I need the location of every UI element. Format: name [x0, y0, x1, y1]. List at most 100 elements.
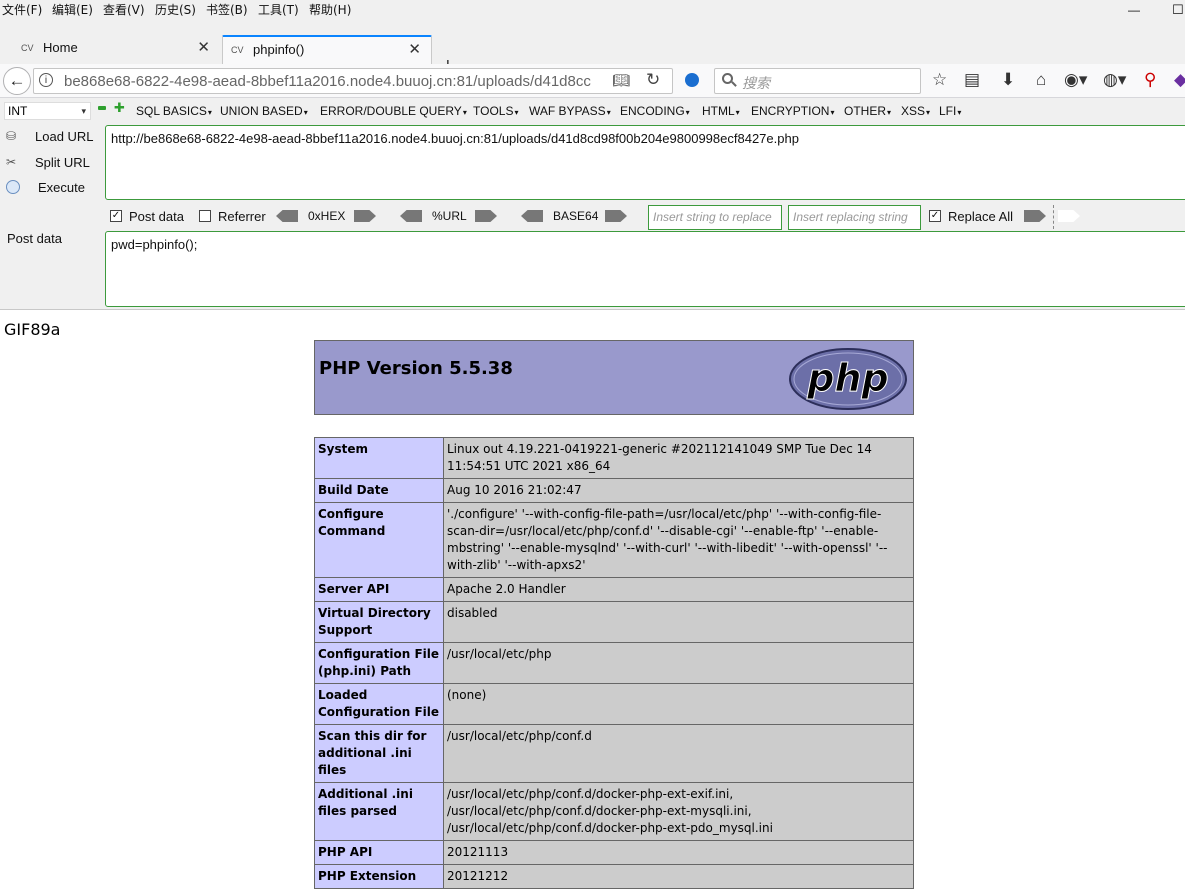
menu-label: LFI: [939, 104, 957, 118]
reader-view-icon[interactable]: 📖︎: [612, 72, 630, 89]
url-encode-arrow-icon[interactable]: [475, 210, 497, 222]
menu-file[interactable]: 文件(F): [2, 1, 42, 18]
menu-encryption[interactable]: ENCRYPTION▾: [751, 104, 834, 118]
post-data-label: Post data: [7, 231, 62, 246]
post-data-checkbox-label: Post data: [129, 209, 184, 224]
menu-label: TOOLS: [473, 104, 514, 118]
split-url-icon: ✂: [6, 155, 17, 169]
menu-union-based[interactable]: UNION BASED▾: [220, 104, 308, 118]
maximize-button[interactable]: ☐: [1172, 2, 1184, 18]
search-icon-handle: [731, 81, 737, 87]
post-data-checkbox[interactable]: ✓: [110, 210, 122, 222]
replace-left-arrow-icon[interactable]: [1058, 210, 1080, 222]
menu-tools[interactable]: 工具(T): [258, 1, 299, 18]
row-value: /usr/local/etc/php/conf.d/docker-php-ext…: [443, 782, 914, 841]
tab-close-icon[interactable]: ✕: [197, 38, 210, 56]
table-row: System Linux out 4.19.221-0419221-generic…: [314, 437, 914, 479]
menu-help[interactable]: 帮助(H): [309, 1, 351, 18]
menu-other[interactable]: OTHER▾: [844, 104, 891, 118]
base64-decode-arrow-icon[interactable]: [521, 210, 543, 222]
menu-sql-basics[interactable]: SQL BASICS▾: [136, 104, 212, 118]
hex-decode-arrow-icon[interactable]: [276, 210, 298, 222]
search-input[interactable]: 搜索: [714, 68, 921, 94]
plus-icon[interactable]: ✚: [114, 101, 125, 114]
replace-all-label: Replace All: [948, 209, 1014, 224]
row-value: /usr/local/etc/php/conf.d: [443, 724, 914, 783]
row-key: Virtual Directory Support: [314, 601, 444, 643]
row-value: Aug 10 2016 21:02:47: [443, 478, 914, 503]
php-info-rows: System Linux out 4.19.221-0419221-generic…: [314, 437, 914, 889]
library-icon[interactable]: ▤: [964, 70, 980, 90]
menu-label: ENCRYPTION: [751, 104, 830, 118]
back-arrow-icon[interactable]: ←: [3, 67, 31, 95]
row-key: Build Date: [314, 478, 444, 503]
replace-find-input[interactable]: Insert string to replace: [648, 205, 782, 230]
menu-encoding[interactable]: ENCODING▾: [620, 104, 690, 118]
type-select[interactable]: INT ▾: [4, 102, 91, 120]
row-key: Additional .ini files parsed: [314, 782, 444, 841]
table-row: Scan this dir for additional .ini files /…: [314, 724, 914, 783]
reload-icon[interactable]: ↻: [646, 70, 660, 90]
table-row: Virtual Directory Support disabled: [314, 601, 914, 643]
menu-label: UNION BASED: [220, 104, 303, 118]
row-value: 20121212: [443, 864, 914, 889]
load-url-label: Load URL: [35, 129, 94, 144]
minimize-button[interactable]: —: [1128, 3, 1140, 17]
download-icon[interactable]: ⬇: [1001, 70, 1015, 90]
table-row: Loaded Configuration File (none): [314, 683, 914, 725]
tab-phpinfo[interactable]: CV phpinfo() ✕: [222, 35, 432, 65]
menu-label: ENCODING: [620, 104, 685, 118]
url-text[interactable]: be868e68-6822-4e98-aead-8bbef11a2016.nod…: [64, 73, 594, 90]
addon-icon[interactable]: ◉▾: [1064, 70, 1087, 90]
post-data-textarea[interactable]: pwd=phpinfo();: [105, 231, 1185, 307]
row-value: /usr/local/etc/php: [443, 642, 914, 684]
row-key: Scan this dir for additional .ini files: [314, 724, 444, 783]
replace-right-arrow-icon[interactable]: [1024, 210, 1046, 222]
replace-with-input[interactable]: Insert replacing string: [788, 205, 921, 230]
menu-html[interactable]: HTML▾: [702, 104, 740, 118]
base64-label: BASE64: [553, 209, 599, 223]
hex-encode-arrow-icon[interactable]: [354, 210, 376, 222]
replace-all-checkbox[interactable]: ✓: [929, 210, 941, 222]
menu-view[interactable]: 查看(V): [103, 1, 145, 18]
info-icon[interactable]: i: [39, 73, 53, 87]
menu-error-double-query[interactable]: ERROR/DOUBLE QUERY▾: [320, 104, 467, 118]
table-row: PHP API 20121113: [314, 840, 914, 865]
overflow-icon[interactable]: ◆: [1174, 70, 1185, 90]
menu-xss[interactable]: XSS▾: [901, 104, 930, 118]
urlenc-label: %URL: [432, 209, 467, 223]
base64-encode-arrow-icon[interactable]: [605, 210, 627, 222]
type-select-value: INT: [8, 104, 28, 118]
menu-label: XSS: [901, 104, 926, 118]
home-icon[interactable]: ⌂: [1036, 70, 1046, 90]
extension-icon[interactable]: [685, 73, 699, 87]
menu-bookmarks[interactable]: 书签(B): [206, 1, 248, 18]
bookmark-star-icon[interactable]: ☆: [932, 70, 947, 90]
addon3-icon[interactable]: ⚲: [1144, 70, 1156, 90]
row-key: System: [314, 437, 444, 479]
tab-close-icon[interactable]: ✕: [408, 40, 421, 58]
tab-favicon: CV: [231, 45, 244, 55]
url-bar[interactable]: i be868e68-6822-4e98-aead-8bbef11a2016.n…: [33, 68, 673, 94]
tab-home[interactable]: CV Home ✕: [13, 35, 220, 65]
hackbar-panel: INT ▾ ✚ SQL BASICS▾ UNION BASED▾ ERROR/D…: [0, 98, 1185, 310]
menu-edit[interactable]: 编辑(E): [52, 1, 93, 18]
table-row: Additional .ini files parsed/usr/local/e…: [314, 782, 914, 841]
addon2-icon[interactable]: ◍▾: [1103, 70, 1126, 90]
url-decode-arrow-icon[interactable]: [400, 210, 422, 222]
php-logo[interactable]: php: [788, 347, 908, 411]
referrer-checkbox[interactable]: [199, 210, 211, 222]
minus-icon[interactable]: [98, 106, 106, 110]
table-row: Server API Apache 2.0 Handler: [314, 577, 914, 602]
execute-icon: [6, 180, 20, 194]
menu-lfi[interactable]: LFI▾: [939, 104, 961, 118]
url-textarea[interactable]: http://be868e68-6822-4e98-aead-8bbef11a2…: [105, 125, 1185, 200]
table-row: PHP Extension 20121212: [314, 864, 914, 889]
menu-waf-bypass[interactable]: WAF BYPASS▾: [529, 104, 611, 118]
menu-tools[interactable]: TOOLS▾: [473, 104, 518, 118]
tab-bar: CV Home ✕ CV phpinfo() ✕ +: [0, 20, 1185, 76]
tab-favicon: CV: [21, 43, 34, 53]
referrer-checkbox-label: Referrer: [218, 209, 266, 224]
menu-history[interactable]: 历史(S): [155, 1, 196, 18]
gif-header-text: GIF89a: [4, 320, 61, 339]
